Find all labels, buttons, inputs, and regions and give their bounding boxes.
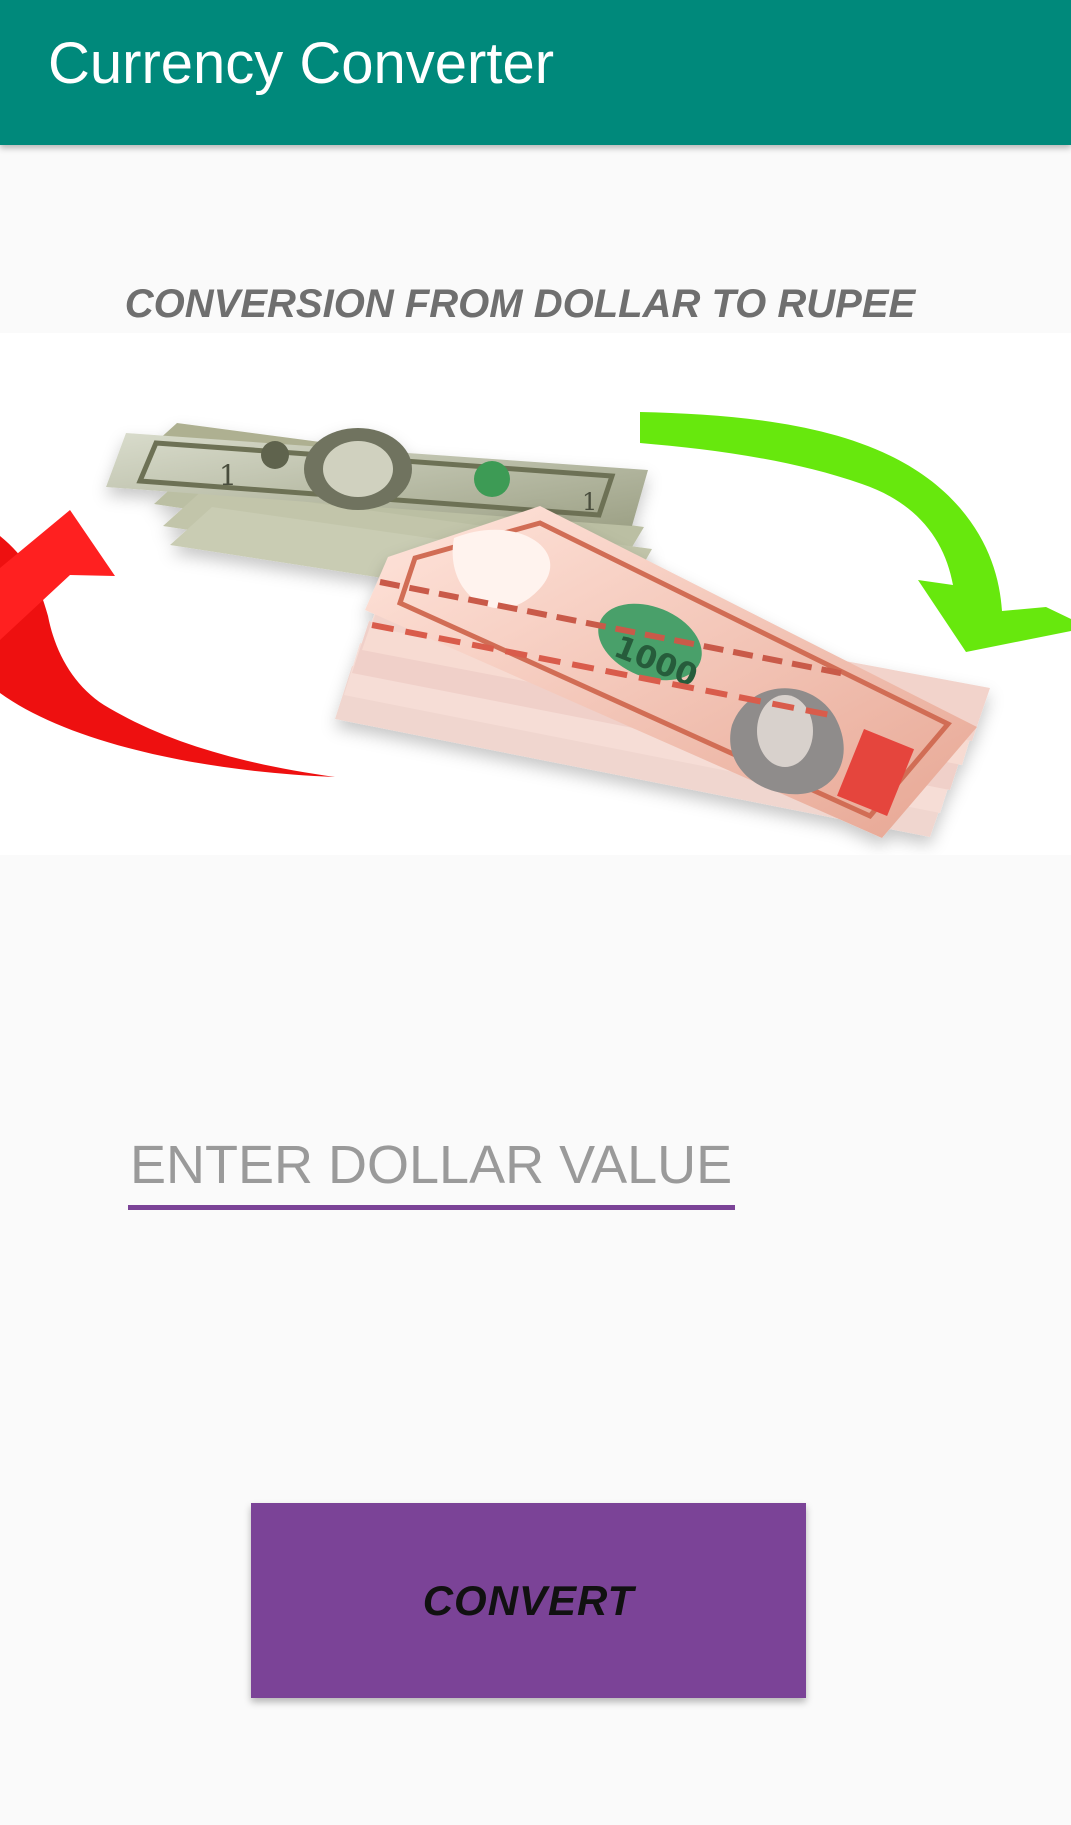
app-screen: Currency Converter CONVERSION FROM DOLLA… <box>0 0 1071 1825</box>
svg-text:1: 1 <box>219 459 237 492</box>
convert-button[interactable]: CONVERT <box>251 1503 806 1698</box>
svg-text:1: 1 <box>582 488 597 516</box>
dollar-value-input[interactable] <box>128 1128 735 1210</box>
dollar-input-field[interactable] <box>128 1128 735 1212</box>
currency-exchange-illustration: 1 1 1000 <box>0 333 1071 855</box>
app-bar: Currency Converter <box>0 0 1071 145</box>
currency-exchange-image: 1 1 1000 <box>0 333 1071 855</box>
app-title: Currency Converter <box>48 31 555 96</box>
conversion-heading: CONVERSION FROM DOLLAR TO RUPEE <box>124 282 916 326</box>
